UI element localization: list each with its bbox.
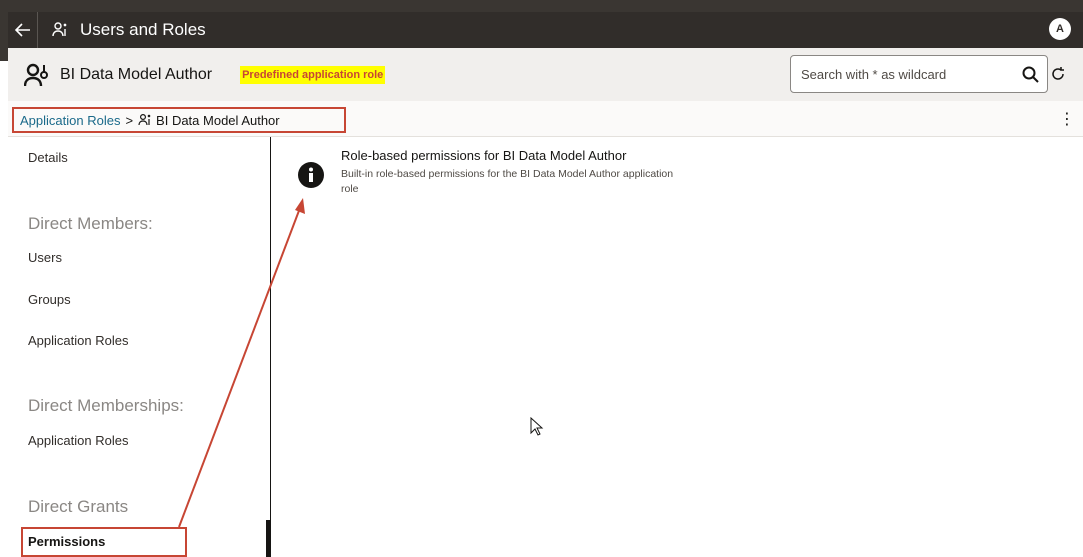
mouse-cursor-icon [530, 417, 544, 436]
permissions-description: Built-in role-based permissions for the … [341, 168, 674, 195]
sidebar-heading-direct-grants: Direct Grants [28, 497, 129, 516]
page-title: Users and Roles [80, 20, 206, 39]
sidebar-item-permissions[interactable]: Permissions [28, 534, 105, 549]
sidebar-item-users[interactable]: Users [28, 250, 62, 265]
refresh-icon[interactable] [1050, 66, 1066, 82]
breadcrumb-separator: > [125, 112, 134, 128]
title-bar: Users and Roles A [8, 12, 1083, 48]
search-input[interactable] [791, 66, 1013, 82]
more-options-icon[interactable]: ⋮ [1059, 109, 1075, 129]
sidebar-item-details[interactable]: Details [28, 150, 68, 165]
role-icon [138, 113, 151, 126]
sidebar-heading-direct-memberships: Direct Memberships: [28, 396, 184, 415]
sidebar-item-membership-application-roles[interactable]: Application Roles [28, 433, 128, 448]
breadcrumb-current: BI Data Model Author [156, 112, 280, 128]
predefined-badge: Predefined application role [240, 65, 386, 84]
sidebar: Details Direct Members: Users Groups App… [8, 137, 270, 557]
breadcrumb-parent-link[interactable]: Application Roles [20, 113, 120, 128]
avatar[interactable]: A [1049, 18, 1071, 40]
users-icon [52, 21, 70, 39]
role-icon [24, 63, 48, 86]
sidebar-active-indicator [266, 520, 271, 557]
role-header: BI Data Model Author Predefined applicat… [8, 48, 1083, 101]
sidebar-divider [270, 137, 271, 557]
breadcrumb: Application Roles > BI Data Model Author [12, 107, 346, 133]
role-title: BI Data Model Author [60, 65, 213, 83]
permissions-title: Role-based permissions for BI Data Model… [341, 148, 627, 163]
sidebar-item-groups[interactable]: Groups [28, 292, 71, 307]
info-icon [298, 162, 324, 188]
sidebar-heading-direct-members: Direct Members: [28, 214, 153, 233]
search-box[interactable] [790, 55, 1048, 93]
search-icon[interactable] [1013, 56, 1047, 92]
sidebar-item-member-application-roles[interactable]: Application Roles [28, 333, 128, 348]
breadcrumb-bar: Application Roles > BI Data Model Author… [8, 101, 1083, 137]
back-arrow-icon[interactable] [8, 12, 38, 48]
